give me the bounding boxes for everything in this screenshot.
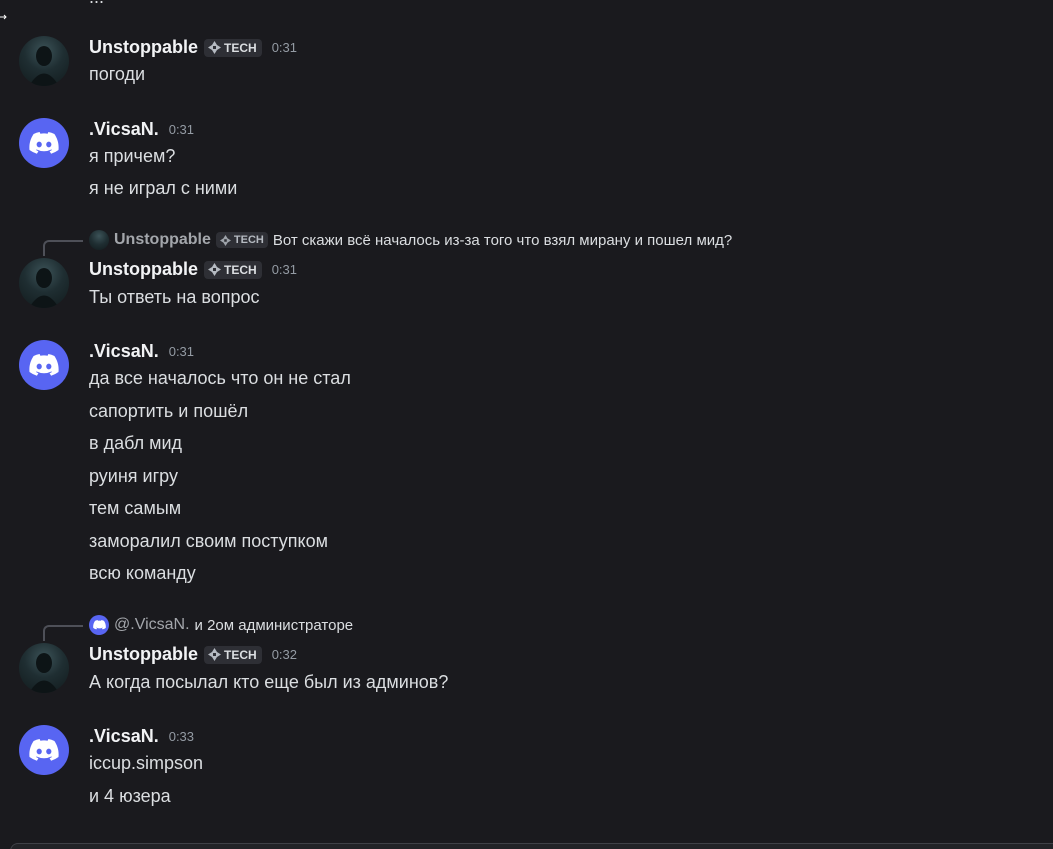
message-header: .VicsaN. 0:31: [89, 119, 194, 140]
reply-preview[interactable]: @.VicsaN. и 2ом администраторе: [89, 615, 353, 635]
message-text: руиня игру: [89, 466, 178, 486]
username[interactable]: .VicsaN.: [89, 119, 159, 140]
server-tag[interactable]: TECH: [204, 38, 262, 57]
reply-mention: @.VicsaN.: [114, 616, 190, 633]
reply-avatar: [89, 615, 109, 635]
username[interactable]: Unstoppable: [89, 259, 198, 280]
message-header: Unstoppable TECH 0:31: [89, 259, 297, 280]
message-header: .VicsaN. 0:33: [89, 726, 194, 747]
username[interactable]: Unstoppable: [89, 644, 198, 665]
reply-avatar: [89, 230, 109, 250]
message-text: я не играл с ними: [89, 178, 238, 198]
discord-logo-icon: [29, 738, 59, 761]
avatar[interactable]: [19, 725, 69, 775]
avatar[interactable]: [19, 36, 69, 86]
reply-text: Вот скажи всё началось из-за того что вз…: [272, 231, 733, 249]
message-header: Unstoppable TECH 0:32: [89, 644, 297, 665]
server-tag: TECH: [215, 232, 268, 248]
message-text: да все началось что он не стал: [89, 368, 351, 388]
tag-label: TECH: [224, 647, 257, 662]
timestamp[interactable]: 0:31: [169, 344, 194, 359]
reply-text: и 2ом администраторе: [194, 616, 354, 634]
message-header: Unstoppable TECH 0:31: [89, 37, 297, 58]
message-text: заморалил своим поступком: [89, 531, 328, 551]
diamond-tag-icon: [208, 41, 222, 54]
tag-label: TECH: [233, 234, 264, 246]
message-text: iccup.simpson: [89, 753, 204, 773]
discord-logo-icon: [29, 353, 59, 376]
avatar[interactable]: [19, 340, 69, 390]
message-text: и 4 юзера: [89, 786, 171, 806]
username[interactable]: .VicsaN.: [89, 341, 159, 362]
chat-area: ... Unstoppable TECH 0:31 погоди .VicsaN…: [0, 0, 1053, 849]
message-text: всю команду: [89, 563, 196, 583]
message-text: я причем?: [89, 146, 176, 166]
diamond-tag-icon: [208, 263, 222, 276]
message-text: в дабл мид: [89, 433, 183, 453]
cursor-icon: [0, 8, 8, 20]
server-tag[interactable]: TECH: [204, 260, 262, 279]
message-text: тем самым: [89, 498, 182, 518]
cut-off-message: ...: [89, 0, 104, 8]
message-header: .VicsaN. 0:31: [89, 341, 194, 362]
timestamp[interactable]: 0:33: [169, 729, 194, 744]
reply-preview[interactable]: Unstoppable TECH Вот скажи всё началось …: [89, 230, 732, 250]
message-text: А когда посылал кто еще был из админов?: [89, 672, 449, 692]
tag-label: TECH: [224, 262, 257, 277]
username[interactable]: .VicsaN.: [89, 726, 159, 747]
discord-logo-icon: [92, 620, 106, 630]
avatar[interactable]: [19, 118, 69, 168]
tag-label: TECH: [224, 40, 257, 55]
message-text: сапортить и пошёл: [89, 401, 249, 421]
server-tag[interactable]: TECH: [204, 645, 262, 664]
reply-username: Unstoppable: [114, 231, 211, 248]
message-text: Ты ответь на вопрос: [89, 287, 260, 307]
reply-spine: [43, 240, 83, 256]
avatar[interactable]: [19, 643, 69, 693]
discord-logo-icon: [29, 131, 59, 154]
avatar[interactable]: [19, 258, 69, 308]
diamond-tag-icon: [208, 648, 222, 661]
timestamp[interactable]: 0:32: [272, 647, 297, 662]
message-composer[interactable]: [10, 843, 1053, 849]
message-text: погоди: [89, 64, 146, 84]
reply-spine: [43, 625, 83, 641]
diamond-tag-icon: [219, 234, 231, 246]
timestamp[interactable]: 0:31: [272, 262, 297, 277]
timestamp[interactable]: 0:31: [169, 122, 194, 137]
timestamp[interactable]: 0:31: [272, 40, 297, 55]
username[interactable]: Unstoppable: [89, 37, 198, 58]
